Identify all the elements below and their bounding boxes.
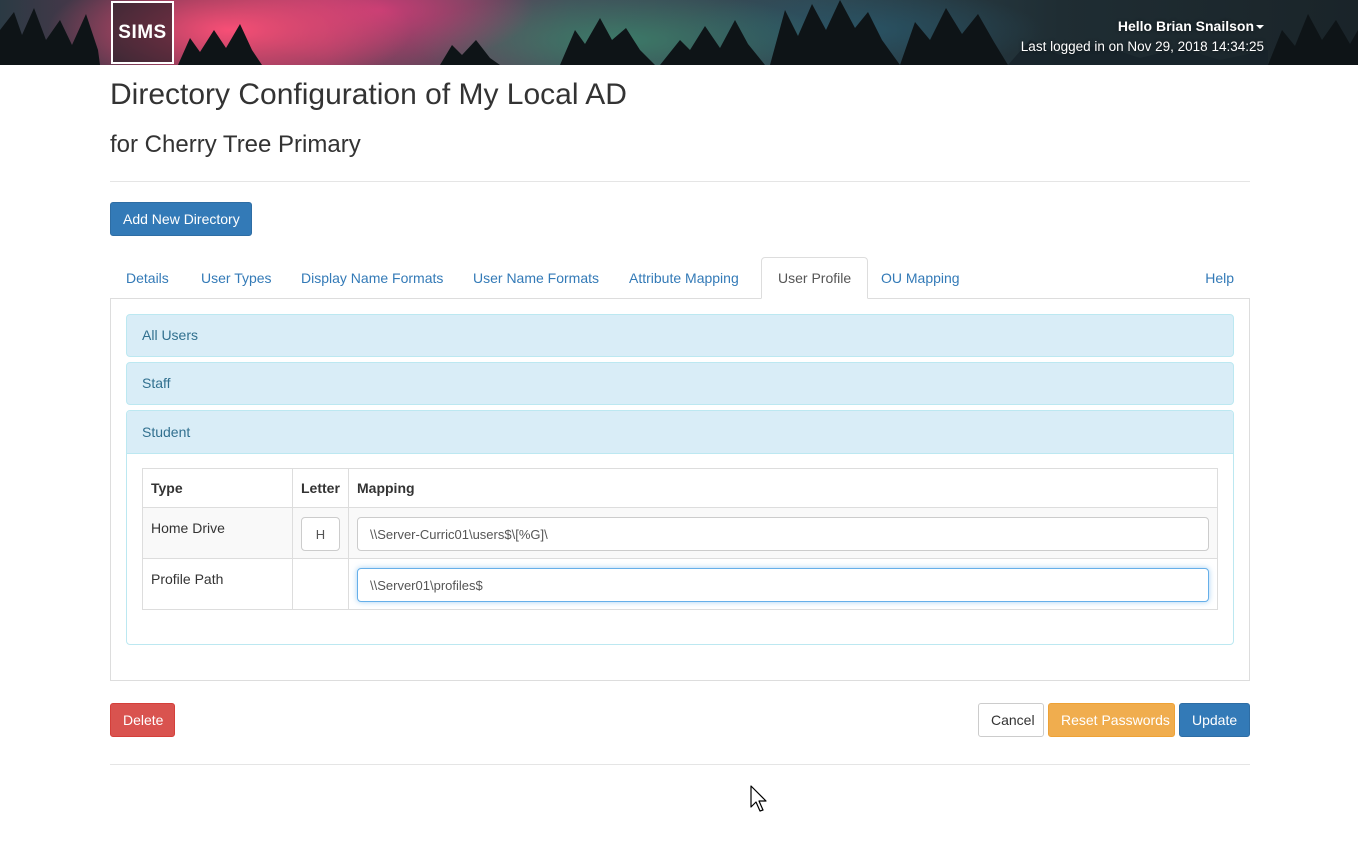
row-type-profile-path: Profile Path [142, 558, 293, 610]
update-button[interactable]: Update [1179, 703, 1250, 737]
header-banner: SIMS Hello Brian Snailson Last logged in… [0, 0, 1358, 65]
accordion-student[interactable]: Student [127, 411, 1233, 454]
caret-down-icon [1256, 25, 1264, 30]
help-link[interactable]: Help [1189, 257, 1250, 299]
tab-user-name-formats[interactable]: User Name Formats [457, 257, 615, 299]
letter-cell-empty [292, 558, 349, 610]
tab-ou-mapping[interactable]: OU Mapping [865, 257, 976, 299]
last-login-text: Last logged in on Nov 29, 2018 14:34:25 [1020, 39, 1264, 54]
user-menu: Hello Brian Snailson Last logged in on N… [1021, 18, 1264, 57]
footer-divider [110, 764, 1250, 765]
column-header-mapping: Mapping [348, 468, 1218, 508]
logo-text: SIMS [118, 21, 167, 43]
table-row: Home Drive [142, 507, 1218, 559]
page-title: Directory Configuration of My Local AD [110, 78, 627, 111]
user-greeting: Hello Brian Snailson [1117, 18, 1254, 34]
delete-button[interactable]: Delete [110, 703, 175, 737]
mapping-cell [348, 558, 1218, 610]
row-type-home-drive: Home Drive [142, 507, 293, 559]
tab-user-types[interactable]: User Types [185, 257, 288, 299]
mouse-pointer-icon [750, 785, 767, 812]
table-header-row: Type Letter Mapping [142, 468, 1218, 508]
home-drive-mapping-input[interactable] [357, 517, 1209, 551]
profile-path-mapping-input[interactable] [357, 568, 1209, 602]
tab-bar: Details User Types Display Name Formats … [110, 257, 1250, 299]
cancel-button[interactable]: Cancel [978, 703, 1044, 737]
sims-logo[interactable]: SIMS [111, 1, 174, 64]
tab-user-profile[interactable]: User Profile [761, 257, 869, 299]
page-subtitle: for Cherry Tree Primary [110, 131, 361, 158]
accordion-student-label: Student [142, 424, 191, 440]
column-header-type: Type [142, 468, 293, 508]
divider [110, 181, 1250, 182]
home-drive-letter-input[interactable] [301, 517, 340, 551]
mapping-cell [348, 507, 1218, 559]
accordion-all-users-label: All Users [142, 327, 199, 343]
table-row: Profile Path [142, 558, 1218, 610]
accordion-staff[interactable]: Staff [126, 362, 1234, 405]
user-menu-toggle[interactable]: Hello Brian Snailson [1021, 18, 1264, 35]
accordion-all-users[interactable]: All Users [126, 314, 1234, 357]
add-new-directory-button[interactable]: Add New Directory [110, 202, 252, 236]
profile-mapping-table: Type Letter Mapping Home Drive Profile P… [142, 468, 1218, 610]
tab-details[interactable]: Details [110, 257, 185, 299]
tab-attribute-mapping[interactable]: Attribute Mapping [613, 257, 755, 299]
column-header-letter: Letter [292, 468, 349, 508]
reset-passwords-button[interactable]: Reset Passwords [1048, 703, 1175, 737]
accordion-staff-label: Staff [142, 375, 171, 391]
tab-display-name-formats[interactable]: Display Name Formats [285, 257, 459, 299]
letter-cell [292, 507, 349, 559]
